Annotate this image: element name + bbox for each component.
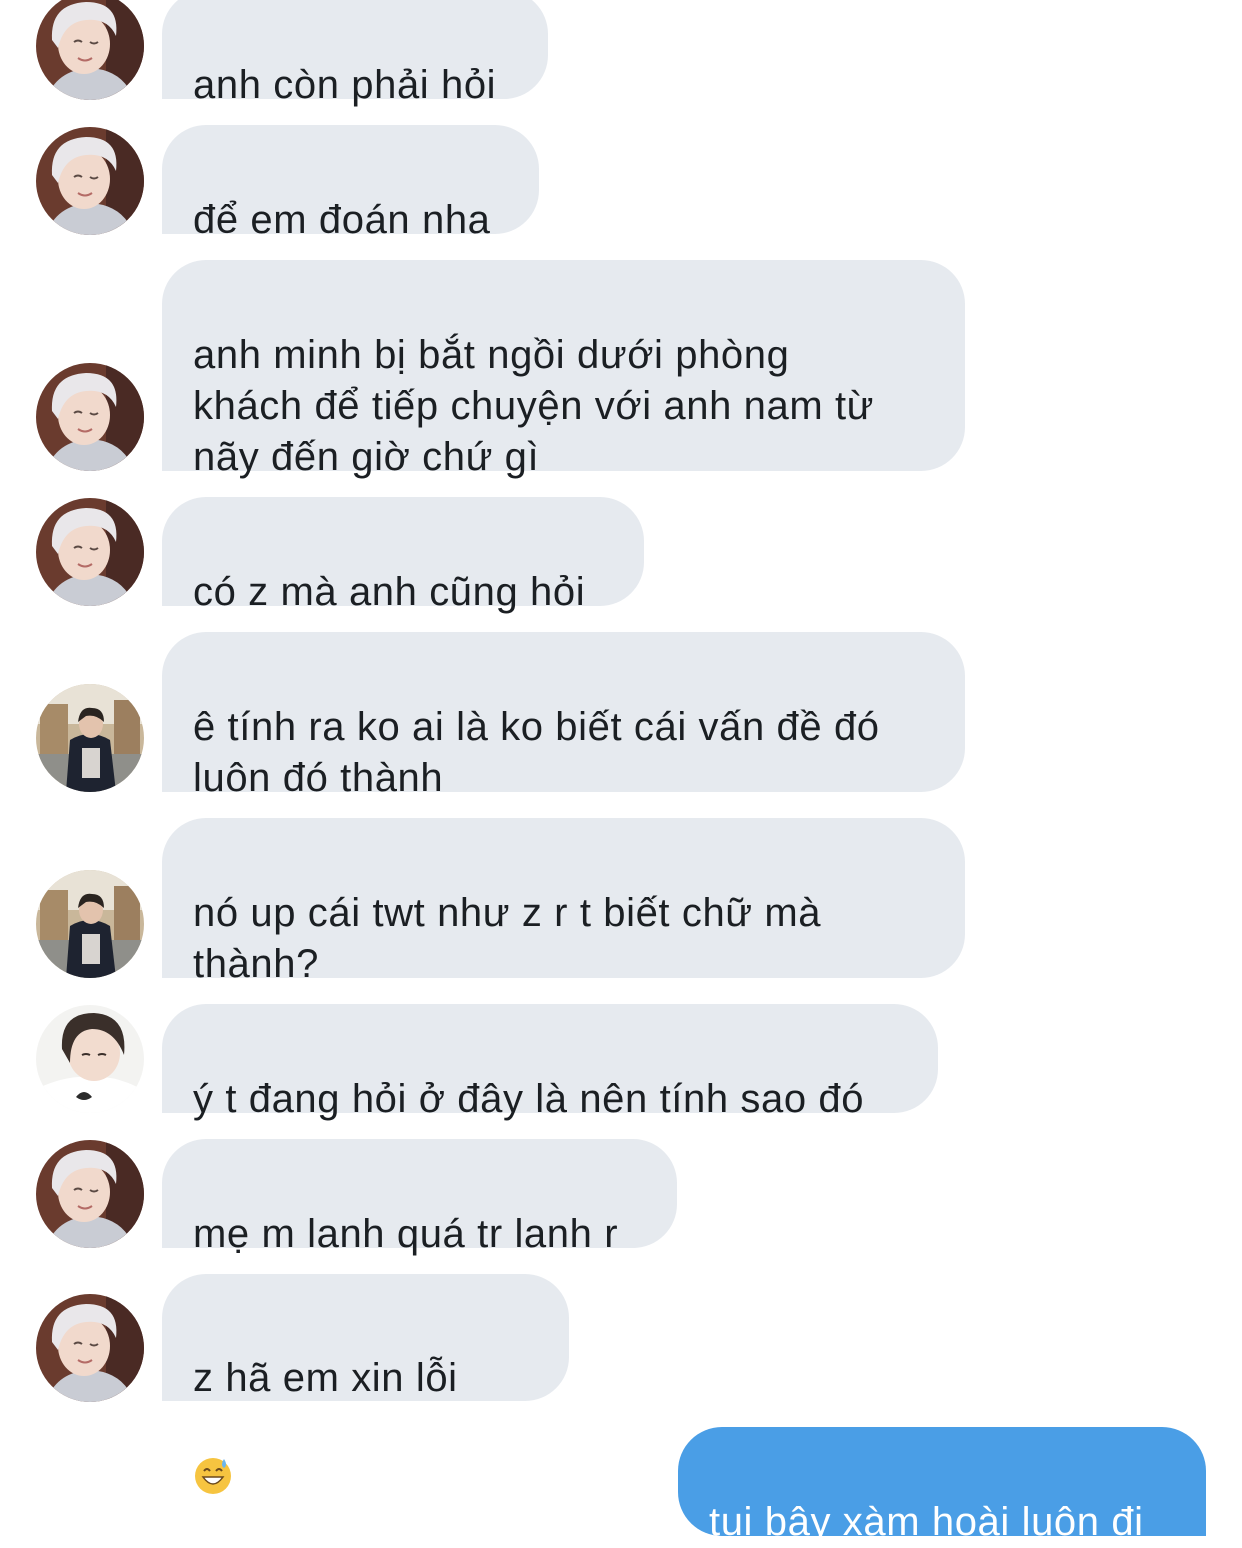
avatar[interactable] [36, 870, 144, 978]
incoming-message-bubble[interactable]: anh minh bị bắt ngồi dưới phòng khách để… [162, 260, 965, 479]
message-text: nó up cái twt như z r t biết chữ mà thàn… [193, 891, 822, 986]
message-text: anh minh bị bắt ngồi dưới phòng khách để… [193, 333, 875, 479]
avatar[interactable] [36, 0, 144, 100]
grinning-sweat-emoji-icon [193, 1404, 233, 1494]
avatar-street-photo-icon [36, 684, 144, 792]
incoming-message-bubble[interactable]: z hã em xin lỗi [162, 1274, 569, 1494]
avatar[interactable] [36, 1005, 144, 1113]
incoming-message-bubble[interactable]: có z mà anh cũng hỏi [162, 497, 644, 614]
avatar[interactable] [36, 1140, 144, 1248]
message-text: có z mà anh cũng hỏi [193, 570, 586, 614]
avatar[interactable] [36, 1294, 144, 1402]
avatar[interactable] [36, 363, 144, 471]
avatar-white-hair-icon [36, 0, 144, 100]
incoming-message-bubble[interactable]: mẹ m lanh quá tr lanh r [162, 1139, 677, 1256]
avatar-white-hair-icon [36, 363, 144, 471]
message-text: z hã em xin lỗi [193, 1356, 458, 1400]
avatar-white-hair-icon [36, 498, 144, 606]
incoming-message-bubble[interactable]: ê tính ra ko ai là ko biết cái vấn đề đó… [162, 632, 965, 800]
message-text: để em đoán nha [193, 198, 491, 242]
incoming-message-bubble[interactable]: để em đoán nha [162, 125, 539, 242]
avatar-dark-hair-icon [36, 1005, 144, 1113]
incoming-message-bubble[interactable]: anh còn phải hỏi [162, 0, 548, 107]
incoming-message-bubble[interactable]: nó up cái twt như z r t biết chữ mà thàn… [162, 818, 965, 986]
avatar[interactable] [36, 684, 144, 792]
message-text: ê tính ra ko ai là ko biết cái vấn đề đó… [193, 705, 880, 800]
message-text: ý t đang hỏi ở đây là nên tính sao đó [193, 1077, 865, 1121]
outgoing-message-bubble[interactable]: tụi bây xàm hoài luôn đi [678, 1427, 1206, 1544]
message-text: anh còn phải hỏi [193, 63, 497, 107]
avatar-white-hair-icon [36, 1140, 144, 1248]
avatar-white-hair-icon [36, 1294, 144, 1402]
incoming-message-bubble[interactable]: ý t đang hỏi ở đây là nên tính sao đó [162, 1004, 938, 1121]
avatar-white-hair-icon [36, 127, 144, 235]
avatar[interactable] [36, 498, 144, 606]
message-text: mẹ m lanh quá tr lanh r [193, 1212, 619, 1256]
avatar-street-photo-icon [36, 870, 144, 978]
avatar[interactable] [36, 127, 144, 235]
message-text: tụi bây xàm hoài luôn đi [709, 1500, 1144, 1544]
